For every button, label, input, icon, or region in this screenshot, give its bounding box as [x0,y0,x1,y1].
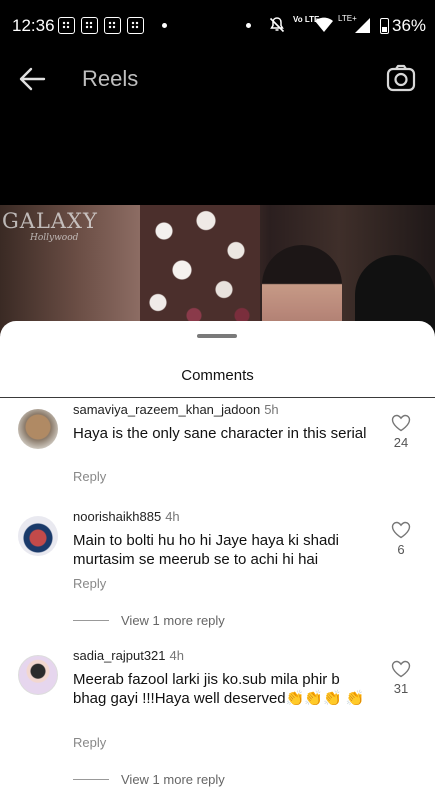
mute-notifications-icon [269,17,285,33]
reply-button[interactable]: Reply [73,576,106,591]
comment-time: 4h [169,648,184,663]
battery-percentage: 36% [392,16,427,35]
page-title: Reels [82,66,139,91]
like-heart-icon[interactable] [391,414,411,432]
status-dot-icon [246,23,251,28]
comment-username[interactable]: sadia_rajput321 [73,648,166,663]
avatar[interactable] [18,516,58,556]
view-more-line [73,620,109,621]
more-notifications-dot-icon [162,23,167,28]
view-more-label: View 1 more reply [121,613,225,628]
like-count: 6 [397,542,405,557]
like-heart-icon[interactable] [391,521,411,539]
video-watermark-sub: Hollywood [30,233,79,243]
avatar[interactable] [18,409,58,449]
reels-header: Reels [0,52,435,106]
view-more-label: View 1 more reply [121,772,225,787]
divider [0,397,435,398]
comments-sheet: Comments samaviya_razeem_khan_jadoon 5h H… [0,321,435,800]
wifi-icon [315,17,333,32]
comment-username-row: sadia_rajput321 4h [73,648,184,663]
video-watermark: GALAXY [2,209,98,233]
notification-icons [58,17,144,34]
view-more-replies-button[interactable]: View 1 more reply [73,772,225,787]
comment-username-row: samaviya_razeem_khan_jadoon 5h [73,402,279,417]
view-more-replies-button[interactable]: View 1 more reply [73,613,225,628]
notification-icon [58,17,75,34]
comment-text: Main to bolti hu ho hi Jaye haya ki shad… [73,532,339,568]
reply-button[interactable]: Reply [73,735,106,750]
view-more-line [73,779,109,780]
comments-title: Comments [181,367,254,384]
notification-icon [81,17,98,34]
comment-username[interactable]: noorishaikh885 [73,509,161,524]
like-count: 24 [393,435,409,450]
video-flowers [140,205,260,335]
notification-icon [127,17,144,34]
comment-username-row: noorishaikh885 4h [73,509,180,524]
comment-time: 4h [165,509,180,524]
reply-button[interactable]: Reply [73,469,106,484]
like-heart-icon[interactable] [391,660,411,678]
signal-icon [355,18,370,33]
avatar[interactable] [18,655,58,695]
camera-icon[interactable] [386,64,416,92]
comment-time: 5h [264,402,279,417]
status-bar: 12:36 Vo LTE LTE+ 36% [0,0,435,52]
notification-icon [104,17,121,34]
comment-username[interactable]: samaviya_razeem_khan_jadoon [73,402,260,417]
comment-text: Haya is the only sane character in this … [73,425,367,442]
drag-handle[interactable] [197,334,237,338]
status-time: 12:36 [12,16,55,35]
back-arrow-icon[interactable] [18,66,46,92]
reel-video[interactable]: GALAXY Hollywood [0,205,435,335]
comment-text: Meerab fazool larki jis ko.sub mila phir… [73,671,365,707]
battery-icon [380,18,389,34]
like-count: 31 [393,681,409,696]
